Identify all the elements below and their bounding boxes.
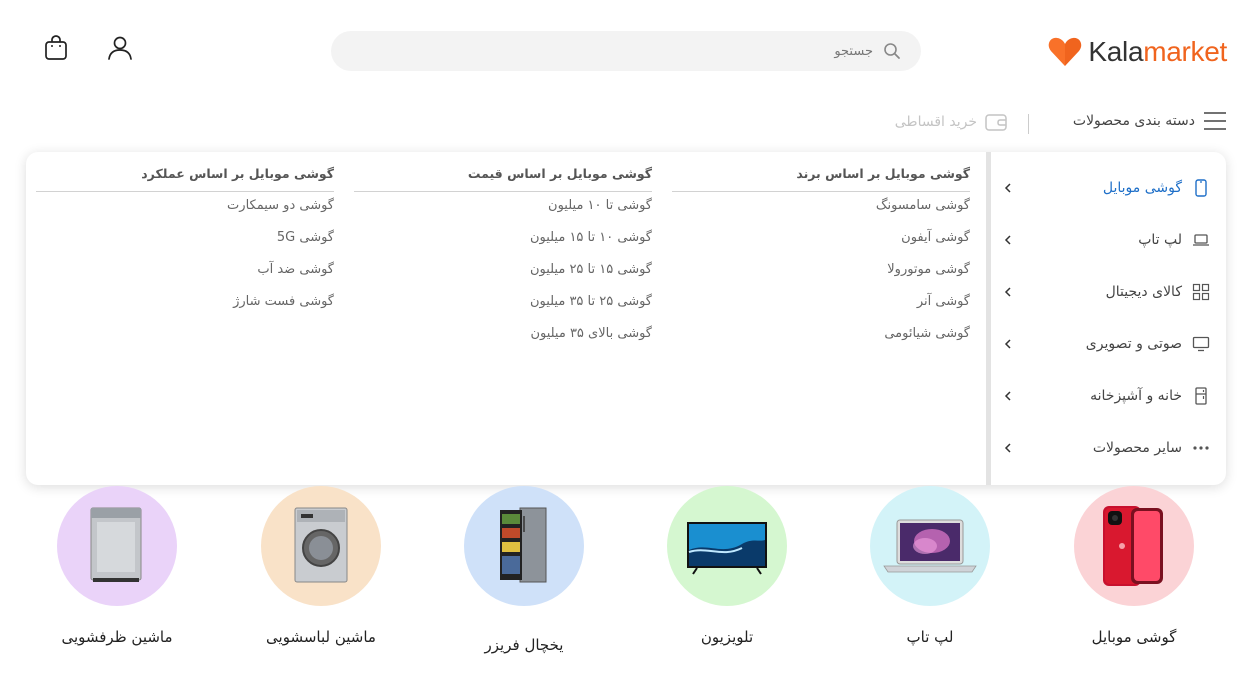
laptop-icon: [1193, 234, 1209, 246]
sidebar-item-label: کالای دیجیتال: [1105, 284, 1182, 300]
column-title: گوشی موبایل بر اساس قیمت: [354, 166, 652, 192]
sidebar-item-label: خانه و آشپزخانه: [1090, 388, 1182, 404]
category-label: ماشین ظرفشویی: [61, 628, 173, 646]
menu-link[interactable]: گوشی سامسونگ: [876, 198, 970, 213]
sidebar-item-label: لپ تاپ: [1138, 232, 1182, 248]
category-washing-machine[interactable]: ماشین لباسشویی: [241, 484, 401, 664]
mega-menu-panel: گوشی موبایل لپ تاپ کالای دیجیتال صوتی و …: [26, 152, 1226, 485]
column-title: گوشی موبایل بر اساس عملکرد: [36, 166, 334, 192]
sidebar-item-label: سایر محصولات: [1092, 440, 1182, 456]
chevron-left-icon: [1004, 443, 1011, 453]
category-label: یخچال فریزر: [484, 636, 564, 654]
installment-link[interactable]: خرید اقساطی: [895, 112, 1007, 132]
monitor-icon: [1192, 336, 1210, 352]
menu-link[interactable]: گوشی ۱۵ تا ۲۵ میلیون: [530, 262, 652, 277]
fridge-image: [500, 507, 547, 583]
heart-logo-icon: [1049, 37, 1082, 66]
wallet-icon: [985, 114, 1007, 131]
category-tv[interactable]: تلویزیون: [647, 484, 807, 664]
laptop-image: [883, 519, 977, 573]
menu-link[interactable]: گوشی آیفون: [901, 230, 970, 245]
categories-menu-button[interactable]: دسته بندی محصولات: [1073, 111, 1227, 131]
category-label: ماشین لباسشویی: [266, 628, 376, 646]
menu-link[interactable]: گوشی فست شارژ: [233, 294, 334, 309]
more-dots-icon: [1193, 446, 1209, 450]
fridge-icon: [1195, 387, 1207, 405]
dishwasher-image: [90, 507, 142, 582]
hamburger-icon: [1204, 112, 1226, 130]
menu-link[interactable]: گوشی ضد آب: [257, 262, 334, 277]
categories-menu-label: دسته بندی محصولات: [1072, 113, 1195, 129]
menu-link[interactable]: گوشی تا ۱۰ میلیون: [548, 198, 652, 213]
menu-link[interactable]: گوشی ۱۰ تا ۱۵ میلیون: [530, 230, 652, 245]
search-bar[interactable]: [331, 31, 921, 71]
chevron-left-icon: [1004, 287, 1011, 297]
category-label: تلویزیون: [700, 628, 754, 646]
logo-word-market: market: [1143, 36, 1227, 67]
sidebar-item-laptop[interactable]: لپ تاپ: [991, 214, 1226, 266]
logo-wordmark: Kalamarket: [1088, 36, 1227, 68]
logo-word-kala: Kala: [1088, 36, 1144, 67]
category-mobile[interactable]: گوشی موبایل: [1054, 484, 1214, 664]
sidebar-item-digital[interactable]: کالای دیجیتال: [991, 266, 1226, 318]
category-label: گوشی موبایل: [1091, 628, 1177, 646]
installment-label: خرید اقساطی: [894, 114, 977, 130]
menu-link[interactable]: گوشی بالای ۳۵ میلیون: [530, 326, 652, 341]
site-logo[interactable]: Kalamarket: [1048, 36, 1227, 68]
mobile-phone-image: [1103, 506, 1163, 586]
menu-link[interactable]: گوشی 5G: [277, 230, 334, 245]
chevron-left-icon: [1004, 235, 1011, 245]
search-icon[interactable]: [883, 42, 901, 60]
main-nav: دسته بندی محصولات خرید اقساطی: [0, 108, 1253, 138]
menu-link[interactable]: گوشی دو سیمکارت: [227, 198, 334, 213]
category-label: لپ تاپ: [906, 628, 954, 646]
chevron-left-icon: [1004, 339, 1011, 349]
tv-image: [687, 522, 767, 575]
menu-link[interactable]: گوشی شیائومی: [884, 326, 970, 341]
chevron-left-icon: [1004, 391, 1011, 401]
mobile-icon: [1195, 179, 1207, 197]
shopping-bag-icon[interactable]: [42, 34, 70, 62]
menu-link[interactable]: گوشی آنر: [917, 294, 970, 309]
menu-link[interactable]: گوشی ۲۵ تا ۳۵ میلیون: [530, 294, 652, 309]
site-header: Kalamarket: [0, 0, 1253, 100]
sidebar-item-other[interactable]: سایر محصولات: [991, 422, 1226, 474]
column-title: گوشی موبایل بر اساس برند: [672, 166, 970, 192]
sidebar-item-label: صوتی و تصویری: [1085, 336, 1182, 352]
washing-machine-image: [294, 507, 348, 583]
sidebar-item-mobile[interactable]: گوشی موبایل: [991, 162, 1226, 214]
menu-link[interactable]: گوشی موتورولا: [887, 262, 970, 277]
category-fridge[interactable]: یخچال فریزر: [444, 484, 604, 664]
user-icon[interactable]: [106, 34, 134, 62]
category-laptop[interactable]: لپ تاپ: [850, 484, 1010, 664]
grid-icon: [1192, 283, 1210, 301]
nav-divider: [1028, 114, 1029, 134]
sidebar-item-label: گوشی موبایل: [1102, 180, 1182, 196]
search-input[interactable]: [373, 31, 873, 71]
sidebar-item-audio-video[interactable]: صوتی و تصویری: [991, 318, 1226, 370]
mega-menu-sidebar: گوشی موبایل لپ تاپ کالای دیجیتال صوتی و …: [986, 152, 1226, 485]
sidebar-item-home-kitchen[interactable]: خانه و آشپزخانه: [991, 370, 1226, 422]
category-dishwasher[interactable]: ماشین ظرفشویی: [37, 484, 197, 664]
chevron-left-icon: [1004, 183, 1011, 193]
